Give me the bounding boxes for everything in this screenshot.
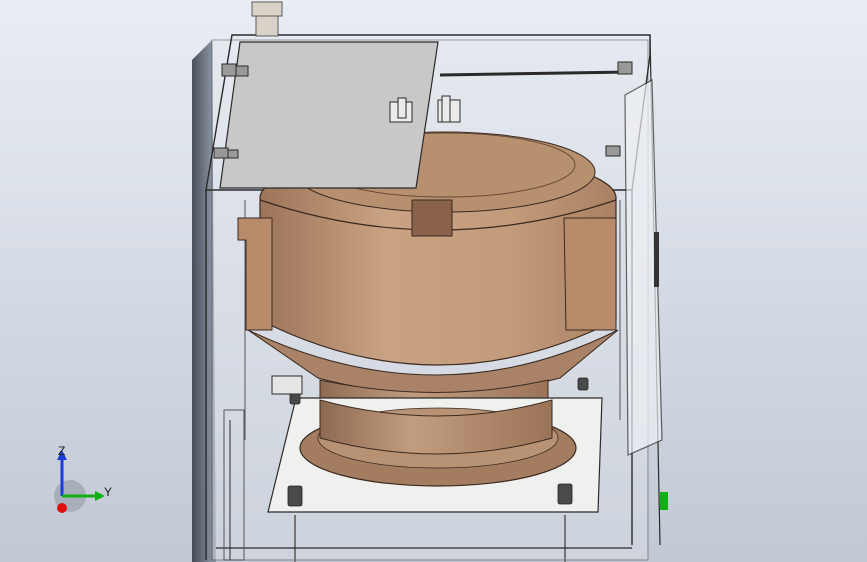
model-view[interactable] xyxy=(0,0,867,562)
right-bracket xyxy=(563,217,617,331)
z-axis-label: Z xyxy=(58,444,66,458)
front-slot xyxy=(411,199,453,237)
x-axis-dot xyxy=(57,503,67,513)
green-indicator xyxy=(660,492,668,510)
graphics-viewport[interactable]: Z Y xyxy=(0,0,867,562)
top-fitting xyxy=(251,1,283,37)
side-bracket xyxy=(271,375,303,395)
door-handle xyxy=(654,232,659,287)
triad-graphic xyxy=(54,450,105,513)
y-axis-label: Y xyxy=(104,485,113,499)
coordinate-triad: Z Y xyxy=(40,440,120,520)
